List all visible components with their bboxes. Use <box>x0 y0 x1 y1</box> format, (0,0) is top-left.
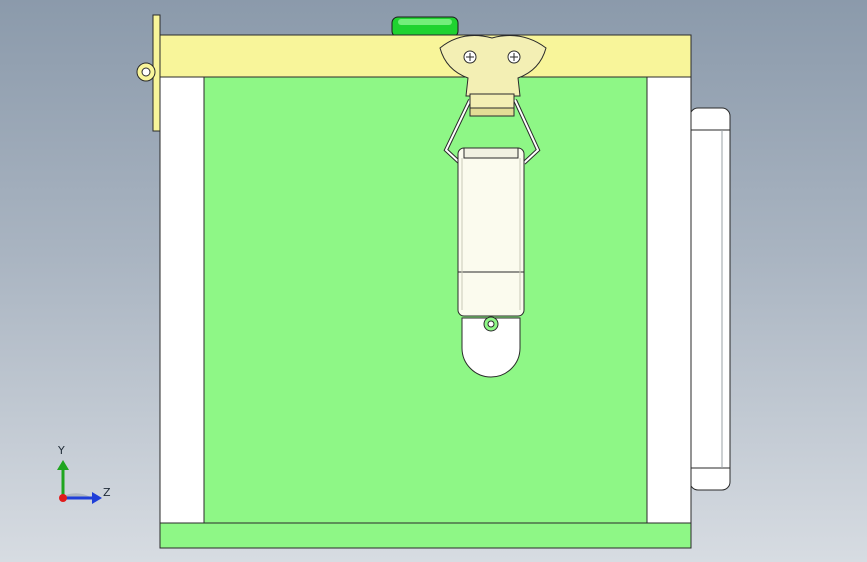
screw-icon <box>463 50 477 64</box>
top-button[interactable] <box>391 16 459 38</box>
right-side-handle[interactable] <box>689 107 731 491</box>
z-axis-label: Z <box>103 486 111 499</box>
x-axis-dot <box>59 494 67 502</box>
screw-icon <box>507 50 521 64</box>
box-assembly-drawing[interactable] <box>0 0 867 562</box>
axis-triad <box>57 460 102 504</box>
latch-lever <box>457 147 525 317</box>
right-side-panel <box>646 76 692 524</box>
box-body[interactable] <box>159 34 692 549</box>
top-lid-panel[interactable] <box>159 34 692 78</box>
bottom-panel <box>159 522 692 549</box>
left-hinge[interactable] <box>136 14 161 132</box>
left-side-panel <box>159 76 205 524</box>
y-axis-label: Y <box>58 444 65 457</box>
cad-viewport[interactable]: Y Z <box>0 0 867 562</box>
front-panel <box>203 76 648 524</box>
